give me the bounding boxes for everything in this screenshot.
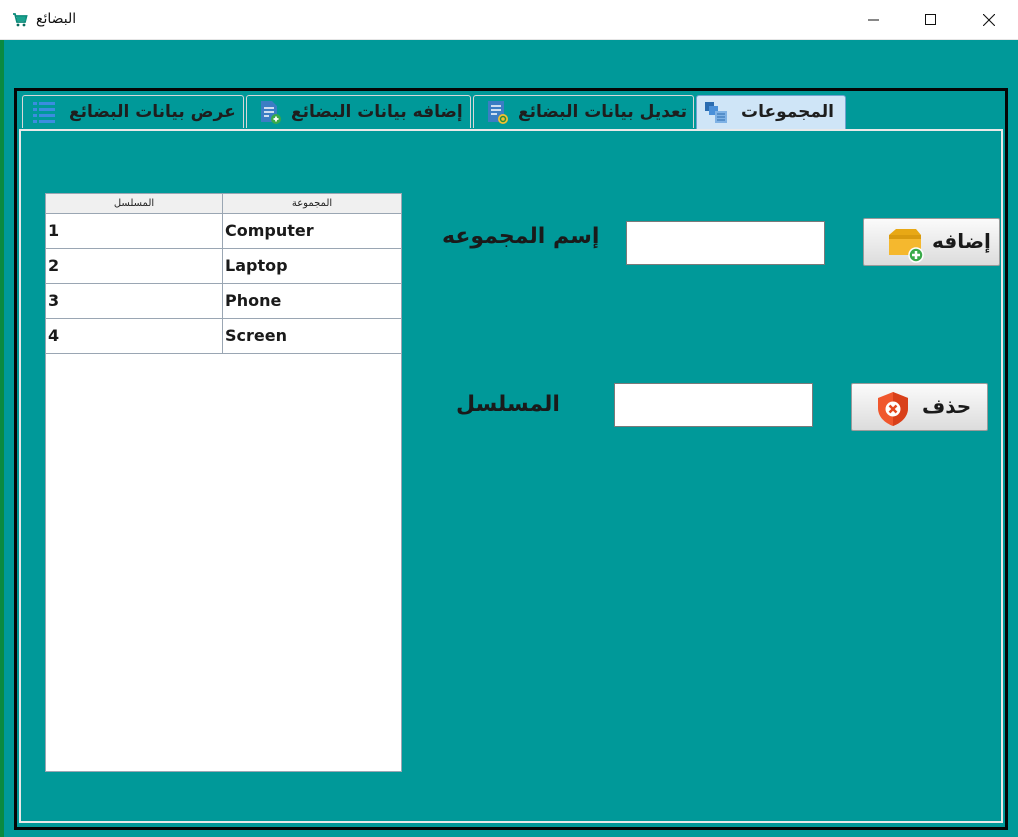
group-name-label: إسم المجموعه xyxy=(442,224,600,249)
tab-edit-products[interactable]: تعديل بيانات البضائع xyxy=(473,95,694,128)
cell-serial[interactable]: 3 xyxy=(46,284,223,318)
window-title: البضائع xyxy=(36,11,77,27)
cell-group[interactable]: Computer xyxy=(223,214,401,248)
tab-add-products-label: إضافه بيانات البضائع xyxy=(291,102,463,122)
add-button[interactable]: إضافه xyxy=(863,218,1000,266)
table-row[interactable]: 2 Laptop xyxy=(46,249,401,284)
tab-view-products-label: عرض بيانات البضائع xyxy=(69,102,236,122)
cell-group[interactable]: Screen xyxy=(223,319,401,353)
groups-icon xyxy=(703,99,729,125)
serial-label: المسلسل xyxy=(456,392,560,417)
cell-serial[interactable]: 4 xyxy=(46,319,223,353)
title-bar: البضائع xyxy=(0,0,1018,40)
group-name-input[interactable] xyxy=(626,221,825,265)
grid-header: المسلسل المجموعة xyxy=(46,194,401,214)
column-header-group[interactable]: المجموعة xyxy=(223,194,401,214)
tab-view-products[interactable]: عرض بيانات البضائع xyxy=(22,95,244,128)
cell-group[interactable]: Laptop xyxy=(223,249,401,283)
background-window-edge xyxy=(0,40,4,837)
add-button-label: إضافه xyxy=(932,229,991,253)
tab-groups[interactable]: المجموعات xyxy=(696,95,846,129)
minimize-button[interactable] xyxy=(851,0,897,40)
list-icon xyxy=(31,99,57,125)
cell-serial[interactable]: 1 xyxy=(46,214,223,248)
add-document-icon xyxy=(257,99,283,125)
column-header-serial[interactable]: المسلسل xyxy=(46,194,223,214)
cell-group[interactable]: Phone xyxy=(223,284,401,318)
edit-document-icon xyxy=(484,99,510,125)
tab-edit-products-label: تعديل بيانات البضائع xyxy=(518,102,688,122)
tab-groups-label: المجموعات xyxy=(741,102,834,122)
tab-add-products[interactable]: إضافه بيانات البضائع xyxy=(246,95,471,128)
minimize-icon xyxy=(868,19,879,21)
delete-button[interactable]: حذف xyxy=(851,383,988,431)
delete-shield-icon xyxy=(874,390,912,428)
close-button[interactable] xyxy=(966,0,1012,40)
table-row[interactable]: 1 Computer xyxy=(46,214,401,249)
groups-grid[interactable]: المسلسل المجموعة 1 Computer 2 Laptop 3 P… xyxy=(45,193,402,772)
serial-input[interactable] xyxy=(614,383,813,427)
maximize-icon xyxy=(925,14,936,25)
cell-serial[interactable]: 2 xyxy=(46,249,223,283)
maximize-button[interactable] xyxy=(908,0,954,40)
add-folder-icon xyxy=(886,225,924,263)
close-icon xyxy=(983,14,995,26)
shopping-cart-icon xyxy=(12,12,28,28)
table-row[interactable]: 4 Screen xyxy=(46,319,401,354)
table-row[interactable]: 3 Phone xyxy=(46,284,401,319)
delete-button-label: حذف xyxy=(922,394,972,418)
